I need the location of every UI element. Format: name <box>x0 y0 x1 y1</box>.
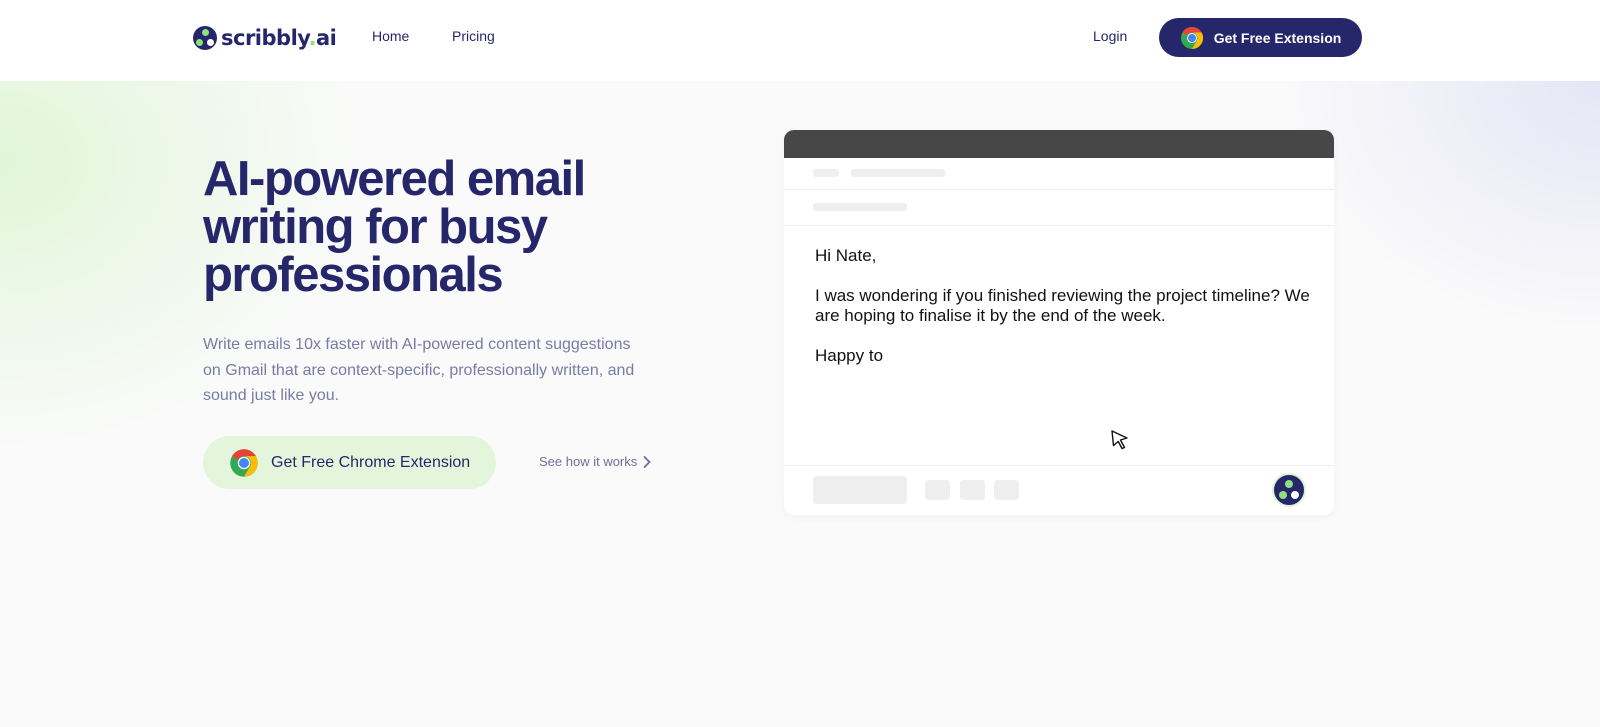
email-paragraph: I was wondering if you finished reviewin… <box>815 286 1310 325</box>
get-extension-label: Get Free Extension <box>1213 29 1342 46</box>
toolbar-icon-placeholder <box>960 480 985 500</box>
to-field-value-placeholder <box>851 169 945 177</box>
chevron-right-icon <box>643 455 652 468</box>
email-partial-text: Happy to <box>815 346 884 365</box>
divider <box>784 465 1334 466</box>
hero-subtitle: Write emails 10x faster with AI-powered … <box>203 336 635 404</box>
divider <box>784 189 1334 190</box>
site-header: scribbly.ai Home Pricing Login Get Free … <box>0 0 1600 81</box>
scribbly-logo-icon <box>193 26 217 50</box>
get-extension-button[interactable]: Get Free Extension <box>1159 18 1362 57</box>
scribbly-assistant-button[interactable] <box>1272 473 1306 507</box>
email-body[interactable]: Hi Nate, I was wondering if you finished… <box>815 246 1315 386</box>
email-greeting: Hi Nate, <box>815 246 877 265</box>
toolbar-icon-placeholder <box>925 480 950 500</box>
send-button-placeholder <box>813 476 907 504</box>
compose-window-titlebar <box>784 130 1334 158</box>
scribbly-assistant-icon <box>1285 480 1293 488</box>
brand-logo[interactable]: scribbly.ai <box>193 24 337 52</box>
toolbar-icon-placeholder <box>994 480 1019 500</box>
hero-title: AI-powered email writing for busy profes… <box>203 152 586 302</box>
nav-login-link[interactable]: Login <box>1093 28 1127 44</box>
get-chrome-extension-button[interactable]: Get Free Chrome Extension <box>203 436 496 489</box>
to-field-placeholder <box>813 169 839 177</box>
get-chrome-extension-label: Get Free Chrome Extension <box>271 453 471 471</box>
brand-name: scribbly.ai <box>221 26 337 50</box>
chrome-icon <box>230 448 258 477</box>
see-how-it-works-link[interactable]: See how it works <box>539 454 652 469</box>
subject-field-placeholder <box>813 203 907 211</box>
email-compose-mockup: Hi Nate, I was wondering if you finished… <box>784 130 1334 515</box>
chrome-icon <box>1180 26 1203 49</box>
mouse-pointer-icon <box>1111 430 1128 450</box>
nav-pricing-link[interactable]: Pricing <box>452 28 495 44</box>
see-how-it-works-label: See how it works <box>539 454 638 469</box>
divider <box>784 225 1334 226</box>
nav-home-link[interactable]: Home <box>372 28 409 44</box>
scribbly-assistant-icon <box>1279 491 1287 499</box>
scribbly-assistant-icon <box>1291 491 1299 499</box>
